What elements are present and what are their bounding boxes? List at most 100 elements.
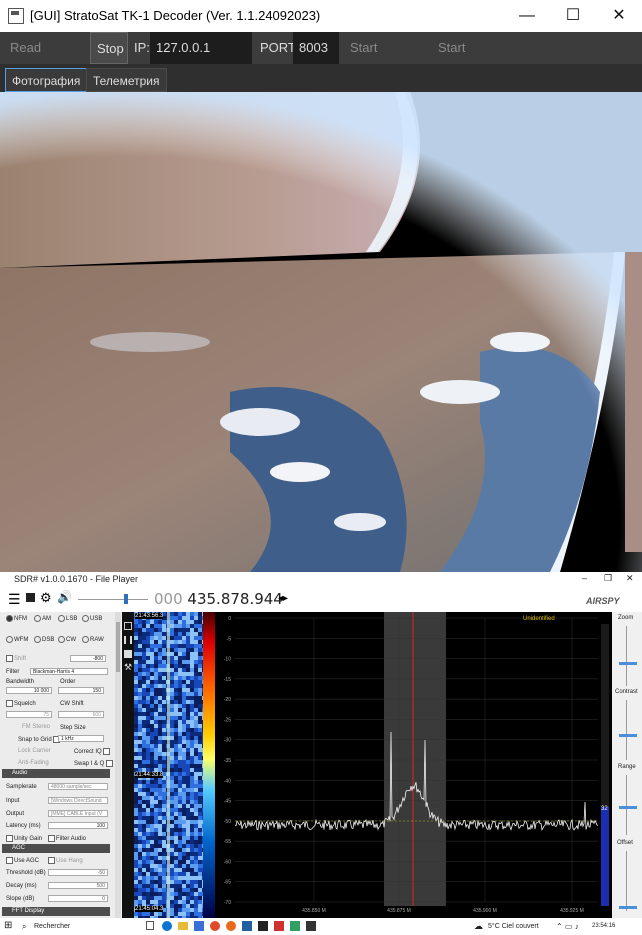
samplerate-select[interactable]: 48000 sample/sec	[48, 783, 108, 790]
squelch-checkbox[interactable]: Squelch	[6, 700, 36, 707]
store-icon[interactable]	[194, 921, 204, 931]
windows-start-icon[interactable]: ⊞	[4, 921, 12, 931]
gear-icon[interactable]: ⚙	[40, 590, 52, 606]
start-decoder-button[interactable]: Start Decoder	[344, 32, 432, 87]
mode-dsb[interactable]: DSB	[34, 636, 54, 643]
app-icon-4[interactable]	[290, 921, 300, 931]
spectrum-canvas: 0 -5 -10 -15 -20 -25 -30 -35 -40 -45 -50 -55 -60 -65 -…	[224, 612, 609, 914]
task-view-icon[interactable]	[146, 921, 154, 930]
app-icon-3[interactable]	[274, 921, 284, 931]
y-tick-label: -20	[224, 697, 231, 703]
tools-icon[interactable]: ⚒	[124, 662, 132, 673]
zoom-slider[interactable]	[626, 626, 627, 686]
stop-icon[interactable]	[26, 593, 35, 602]
spectrum-display[interactable]: 0 -5 -10 -15 -20 -25 -30 -35 -40 -45 -50 -55 -60 -65 -…	[215, 612, 612, 918]
range-slider[interactable]	[626, 775, 627, 835]
port-field[interactable]: 8003	[293, 32, 339, 64]
maximize-button[interactable]: ☐	[550, 0, 596, 32]
mode-nfm[interactable]: NFM	[6, 615, 27, 622]
use-agc-checkbox[interactable]: Use AGC	[6, 857, 39, 864]
slope-field[interactable]: 0	[48, 895, 108, 902]
contrast-slider[interactable]	[626, 700, 627, 760]
correct-iq-checkbox[interactable]: Correct IQ	[74, 748, 111, 755]
mode-usb[interactable]: USB	[82, 615, 102, 622]
minimize-button[interactable]: —	[504, 0, 550, 32]
latency-field[interactable]: 100	[48, 822, 108, 829]
close-button[interactable]: ✕	[596, 0, 642, 32]
audio-section-header[interactable]: Audio	[2, 769, 110, 778]
tab-telemetry[interactable]: Телеметрия	[86, 68, 167, 92]
order-field[interactable]: 150	[58, 687, 104, 694]
range-slider-handle[interactable]	[619, 806, 637, 809]
contrast-slider-handle[interactable]	[619, 734, 637, 737]
read-stream-button[interactable]: Read Stream	[4, 32, 86, 87]
shift-checkbox[interactable]: Shift	[6, 655, 26, 662]
fft-display-section-header[interactable]: FFT Display	[2, 907, 110, 916]
taskbar-clock[interactable]: 23:54:16	[592, 923, 615, 929]
filter-audio-checkbox[interactable]: Filter Audio	[48, 835, 86, 842]
filter-select[interactable]: Blackman-Harris 4	[30, 668, 108, 675]
ip-field[interactable]: 127.0.0.1	[150, 32, 252, 64]
firefox-icon[interactable]	[226, 921, 236, 931]
offset-slider[interactable]	[626, 851, 627, 911]
mode-wfm[interactable]: WFM	[6, 636, 28, 643]
side-panel-scrollbar[interactable]	[115, 612, 121, 918]
play-icon[interactable]	[124, 622, 132, 630]
fm-stereo-checkbox[interactable]: FM Stereo	[22, 724, 50, 730]
taskbar-search[interactable]: Rechercher	[34, 923, 70, 930]
frequency-display[interactable]: 000 435.878.944	[154, 590, 283, 608]
swap-iq-checkbox[interactable]: Swap I & Q	[74, 760, 114, 767]
tray-icons[interactable]: ⌃ ▭ ♪	[556, 922, 579, 931]
record-stop-icon[interactable]	[124, 650, 132, 658]
snap-to-grid-checkbox[interactable]: Snap to Grid	[18, 736, 61, 743]
app-icon-5[interactable]	[306, 921, 316, 931]
mode-lsb[interactable]: LSB	[58, 615, 77, 622]
decay-field[interactable]: 500	[48, 882, 108, 889]
app-icon-2[interactable]	[258, 921, 268, 931]
squelch-field[interactable]: 75	[6, 711, 52, 718]
stop-button[interactable]: Stop	[90, 32, 128, 64]
output-select[interactable]: [MME] CABLE Input (V	[48, 810, 108, 817]
waterfall-display[interactable]: 21:43:56.3 21:44:33.8 21:45:04.3	[134, 612, 214, 918]
input-select[interactable]: [Windows DirectSound	[48, 797, 108, 804]
shift-field[interactable]: -800	[70, 655, 106, 662]
app-icon-1[interactable]	[242, 921, 252, 931]
windows-taskbar: ⊞ ⌕ Rechercher ☁ 5°C Ciel couvert ⌃ ▭ ♪ …	[0, 918, 642, 935]
file-explorer-icon[interactable]	[178, 922, 188, 930]
volume-slider[interactable]	[78, 599, 148, 600]
step-size-select[interactable]: 1 kHz	[58, 735, 104, 742]
threshold-field[interactable]: -50	[48, 869, 108, 876]
agc-section-header[interactable]: AGC	[2, 844, 110, 853]
slope-label: Slope (dB)	[6, 896, 35, 902]
zoom-slider-handle[interactable]	[619, 662, 637, 665]
x-tick-label: 435.850 M	[302, 908, 326, 914]
pause-icon[interactable]	[124, 636, 132, 644]
unity-gain-checkbox[interactable]: Unity Gain	[6, 835, 42, 842]
lock-carrier-checkbox[interactable]: Lock Carrier	[18, 748, 51, 754]
use-hang-checkbox[interactable]: Use Hang	[48, 857, 83, 864]
cw-shift-field[interactable]: 600	[58, 711, 104, 718]
sdr-close-button[interactable]: ✕	[626, 573, 634, 584]
anti-fading-checkbox[interactable]: Anti-Fading	[18, 760, 49, 766]
y-tick-label: -25	[224, 717, 231, 723]
mode-am[interactable]: AM	[34, 615, 51, 622]
search-icon[interactable]: ⌕	[22, 922, 26, 932]
mode-cw[interactable]: CW	[58, 636, 76, 643]
menu-icon[interactable]: ☰	[8, 591, 21, 608]
waterfall-controls: ⚒	[122, 612, 134, 918]
offset-slider-handle[interactable]	[619, 906, 637, 909]
edge-icon[interactable]	[162, 921, 172, 931]
sdr-restore-button[interactable]: ❐	[604, 573, 612, 584]
tuning-arrows-icon[interactable]: ◂▸	[278, 593, 288, 604]
chrome-icon[interactable]	[210, 921, 220, 931]
tab-photo[interactable]: Фотография	[5, 68, 88, 92]
volume-slider-handle[interactable]	[124, 594, 128, 604]
bandwidth-field[interactable]: 10 000	[6, 687, 52, 694]
start-soundmodem-button[interactable]: Start Soundmodem	[432, 32, 550, 87]
mode-raw[interactable]: RAW	[82, 636, 104, 643]
weather-text[interactable]: 5°C Ciel couvert	[488, 923, 539, 930]
y-tick-label: -70	[224, 900, 231, 906]
window-title: [GUI] StratoSat TK-1 Decoder (Ver. 1.1.2…	[30, 8, 321, 23]
sdr-minimize-button[interactable]: –	[582, 573, 587, 583]
volume-icon[interactable]: 🔊	[57, 590, 72, 604]
